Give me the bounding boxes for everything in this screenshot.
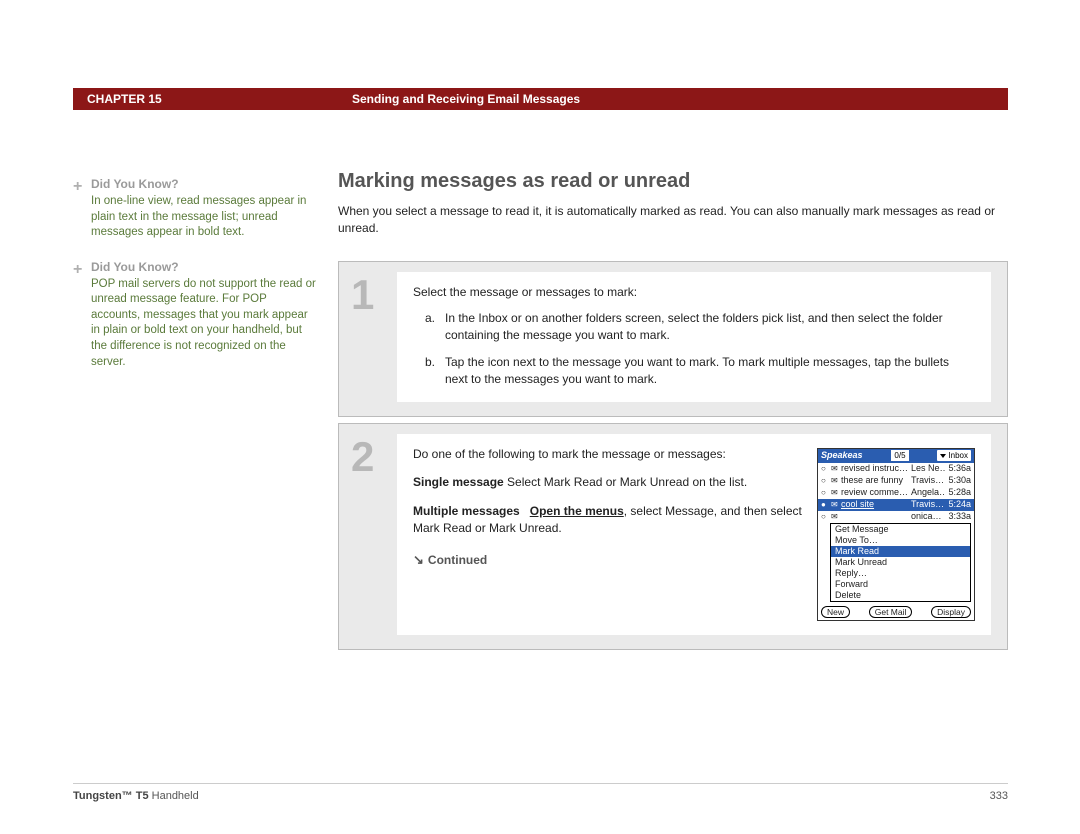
device-row-from: Angela… [911,486,945,499]
envelope-icon: ✉ [831,463,841,474]
device-message-row[interactable]: ○✉ onica…3:33a [818,511,974,523]
continued-arrow-icon: ↘ [413,551,424,569]
bullet-icon: ○ [821,487,831,498]
device-folder-picklist[interactable]: Inbox [937,450,971,461]
product-rest: Handheld [149,790,199,802]
single-message-para: Single message Select Mark Read or Mark … [413,474,803,491]
sub-letter-b: b. [425,354,445,388]
bullet-icon: ○ [821,463,831,474]
step-1a: a. In the Inbox or on another folders sc… [413,310,975,344]
device-row-subject: review comme… [841,486,911,499]
step-2-text: Do one of the following to mark the mess… [413,446,817,621]
sidebar: + Did You Know? In one-line view, read m… [73,170,338,656]
device-row-subject: revised instruc… [841,462,911,475]
device-menu-item[interactable]: Move To… [831,535,970,546]
step-1: 1 Select the message or messages to mark… [338,261,1008,417]
chevron-down-icon [940,454,946,458]
device-message-row[interactable]: ○✉these are funnyTravis…5:30a [818,475,974,487]
bullet-icon: ○ [821,511,831,522]
device-row-time: 5:30a [945,474,971,487]
sub-letter-a: a. [425,310,445,344]
sidebar-heading: Did You Know? [91,176,318,192]
product-bold: Tungsten™ T5 [73,790,149,802]
step-number: 2 [351,434,397,635]
envelope-icon: ✉ [831,475,841,486]
device-row-from: Les Ne… [911,462,945,475]
device-menu-item[interactable]: Mark Read [831,546,970,557]
device-row-time: 3:33a [945,510,971,523]
single-message-rest: Select Mark Read or Mark Unread on the l… [504,475,747,489]
section-intro: When you select a message to read it, it… [338,203,1008,237]
sidebar-body: In one-line view, read messages appear i… [91,194,318,241]
device-getmail-button[interactable]: Get Mail [869,606,913,618]
product-name: Tungsten™ T5 Handheld [73,790,199,802]
chapter-label: CHAPTER 15 [87,92,352,106]
single-message-label: Single message [413,475,504,489]
device-menu-item[interactable]: Forward [831,579,970,590]
multiple-messages-label: Multiple messages [413,504,520,518]
device-row-time: 5:28a [945,486,971,499]
device-message-row[interactable]: ○✉review comme…Angela…5:28a [818,487,974,499]
device-row-from: Travis… [911,474,945,487]
device-menu-item[interactable]: Get Message [831,524,970,535]
step-number: 1 [351,272,397,402]
section-title: Marking messages as read or unread [338,170,1008,193]
step-1-content: Select the message or messages to mark: … [397,272,991,402]
plus-icon: + [73,259,82,281]
device-bottom-bar: New Get Mail Display [818,604,974,620]
page-footer: Tungsten™ T5 Handheld 333 [73,783,1008,802]
device-count: 0/5 [891,450,908,461]
device-new-button[interactable]: New [821,606,850,618]
device-row-subject: cool site [841,498,911,511]
step-1-lead: Select the message or messages to mark: [413,284,975,301]
step-2-content: Do one of the following to mark the mess… [397,434,991,635]
plus-icon: + [73,176,82,198]
step-1a-text: In the Inbox or on another folders scree… [445,310,975,344]
sidebar-heading: Did You Know? [91,259,318,275]
open-menus-link[interactable]: Open the menus [530,504,624,518]
device-titlebar: Speakeas 0/5 Inbox [818,449,974,463]
multiple-messages-para: Multiple messages Open the menus, select… [413,503,803,537]
device-menu-item[interactable]: Reply… [831,568,970,579]
device-message-row[interactable]: ●✉cool siteTravis…5:24a [818,499,974,511]
step-2-lead: Do one of the following to mark the mess… [413,446,803,463]
step-1b: b. Tap the icon next to the message you … [413,354,975,388]
chapter-header-bar: CHAPTER 15 Sending and Receiving Email M… [73,88,1008,110]
device-row-from: onica… [911,510,945,523]
continued-label: Continued [428,553,487,567]
device-row-subject: these are funny [841,474,911,487]
device-display-button[interactable]: Display [931,606,971,618]
sidebar-body: POP mail servers do not support the read… [91,277,318,370]
main-content: Marking messages as read or unread When … [338,170,1008,656]
did-you-know-1: + Did You Know? In one-line view, read m… [91,176,318,241]
device-message-list: ○✉revised instruc…Les Ne…5:36a○✉these ar… [818,463,974,523]
device-screenshot: Speakeas 0/5 Inbox ○✉revised instruc…Les… [817,448,975,621]
step-1b-text: Tap the icon next to the message you wan… [445,354,975,388]
page-number: 333 [990,790,1008,802]
envelope-icon: ✉ [831,499,841,510]
did-you-know-2: + Did You Know? POP mail servers do not … [91,259,318,370]
device-message-row[interactable]: ○✉revised instruc…Les Ne…5:36a [818,463,974,475]
page: CHAPTER 15 Sending and Receiving Email M… [73,88,1008,656]
device-context-menu: Get MessageMove To…Mark ReadMark UnreadR… [830,523,971,602]
device-app-name: Speakeas [821,449,863,462]
content-row: + Did You Know? In one-line view, read m… [73,170,1008,656]
bullet-icon: ○ [821,475,831,486]
device-menu-item[interactable]: Mark Unread [831,557,970,568]
continued-indicator: ↘ Continued [413,551,803,569]
device-row-time: 5:36a [945,462,971,475]
device-menu-item[interactable]: Delete [831,590,970,601]
step-2: 2 Do one of the following to mark the me… [338,423,1008,650]
envelope-icon: ✉ [831,487,841,498]
bullet-icon: ● [821,499,831,510]
chapter-title: Sending and Receiving Email Messages [352,92,580,106]
envelope-icon: ✉ [831,511,841,522]
device-row-time: 5:24a [945,498,971,511]
device-row-from: Travis… [911,498,945,511]
